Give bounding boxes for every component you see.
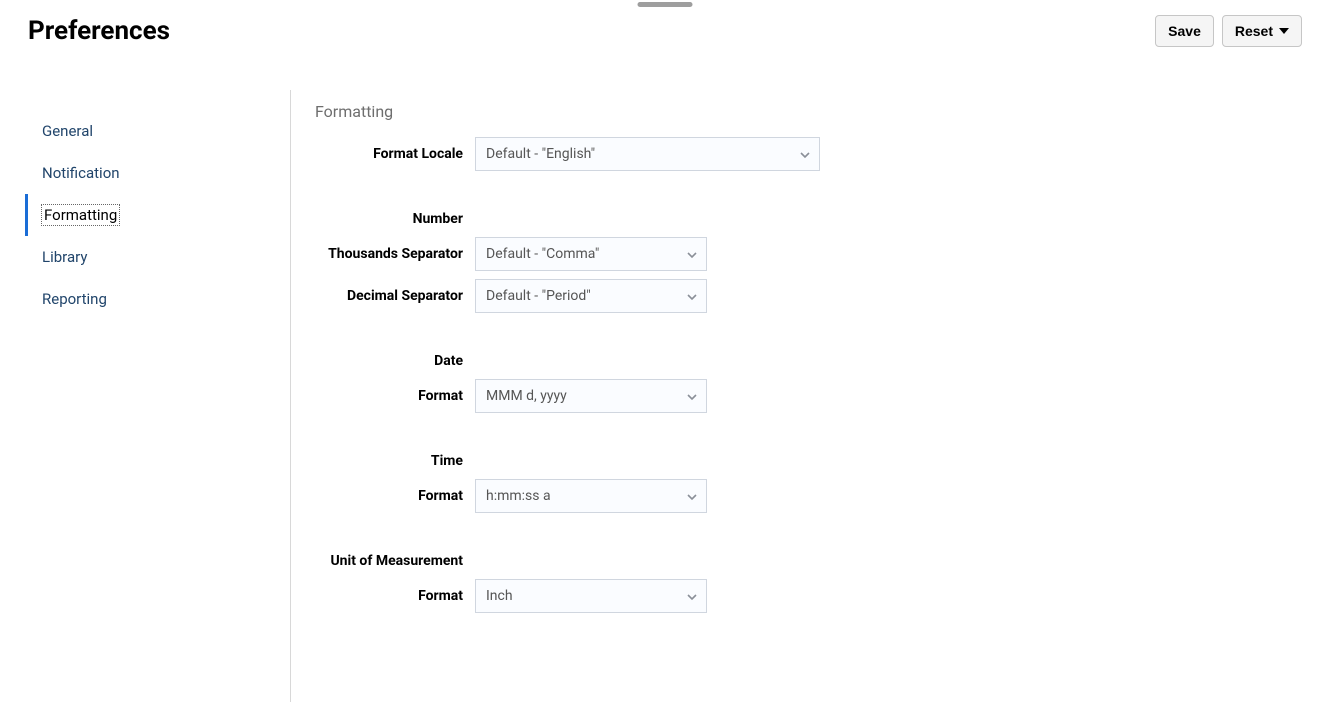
chevron-down-icon [686, 591, 696, 601]
label-date-format: Format [315, 388, 475, 404]
label-format-locale: Format Locale [315, 146, 475, 162]
sidebar-item-label: Library [42, 248, 87, 266]
sidebar-item-general[interactable]: General [25, 110, 270, 152]
sidebar-item-label: Formatting [42, 205, 119, 225]
sidebar-item-reporting[interactable]: Reporting [25, 278, 270, 320]
label-uom-format: Format [315, 588, 475, 604]
select-uom-format[interactable]: Inch [475, 579, 707, 613]
select-value: Inch [486, 588, 513, 604]
header-actions: Save Reset [1155, 15, 1302, 47]
header: Preferences Save Reset [0, 15, 1330, 47]
chevron-down-icon [686, 491, 696, 501]
group-heading-date: Date [315, 353, 475, 369]
sidebar-item-notification[interactable]: Notification [25, 152, 270, 194]
section-title: Formatting [315, 102, 1310, 121]
sidebar-item-formatting[interactable]: Formatting [25, 194, 270, 236]
main-panel: Formatting Format Locale Default - "Engl… [290, 90, 1310, 702]
row-time-format: Format h:mm:ss a [315, 479, 1310, 513]
select-value: h:mm:ss a [486, 488, 551, 504]
sidebar-item-label: Reporting [42, 290, 107, 308]
sidebar: General Notification Formatting Library … [25, 110, 270, 320]
row-decimal-separator: Decimal Separator Default - "Period" [315, 279, 1310, 313]
sidebar-item-label: Notification [42, 164, 120, 182]
group-heading-time: Time [315, 453, 475, 469]
chevron-down-icon [686, 291, 696, 301]
select-time-format[interactable]: h:mm:ss a [475, 479, 707, 513]
select-decimal-separator[interactable]: Default - "Period" [475, 279, 707, 313]
select-value: MMM d, yyyy [486, 388, 567, 404]
sidebar-item-label: General [42, 122, 93, 140]
row-uom-format: Format Inch [315, 579, 1310, 613]
body: General Notification Formatting Library … [0, 90, 1330, 702]
page-title: Preferences [28, 16, 170, 46]
select-format-locale[interactable]: Default - "English" [475, 137, 820, 171]
select-value: Default - "Comma" [486, 246, 599, 262]
group-heading-uom: Unit of Measurement [315, 553, 475, 569]
chevron-down-icon [686, 249, 696, 259]
chevron-down-icon [799, 149, 809, 159]
label-time-format: Format [315, 488, 475, 504]
group-date: Date [315, 353, 1310, 369]
group-uom: Unit of Measurement [315, 553, 1310, 569]
group-heading-number: Number [315, 211, 475, 227]
row-thousands-separator: Thousands Separator Default - "Comma" [315, 237, 1310, 271]
row-date-format: Format MMM d, yyyy [315, 379, 1310, 413]
sidebar-item-library[interactable]: Library [25, 236, 270, 278]
select-value: Default - "English" [486, 146, 595, 162]
select-value: Default - "Period" [486, 288, 591, 304]
chevron-down-icon [686, 391, 696, 401]
row-format-locale: Format Locale Default - "English" [315, 137, 1310, 171]
drag-handle[interactable] [638, 2, 693, 7]
reset-button[interactable]: Reset [1222, 15, 1302, 47]
label-decimal-separator: Decimal Separator [315, 288, 475, 304]
save-button[interactable]: Save [1155, 15, 1214, 47]
select-date-format[interactable]: MMM d, yyyy [475, 379, 707, 413]
group-time: Time [315, 453, 1310, 469]
group-number: Number [315, 211, 1310, 227]
save-button-label: Save [1168, 23, 1201, 39]
caret-down-icon [1279, 28, 1289, 34]
label-thousands-separator: Thousands Separator [315, 246, 475, 262]
select-thousands-separator[interactable]: Default - "Comma" [475, 237, 707, 271]
reset-button-label: Reset [1235, 23, 1273, 39]
